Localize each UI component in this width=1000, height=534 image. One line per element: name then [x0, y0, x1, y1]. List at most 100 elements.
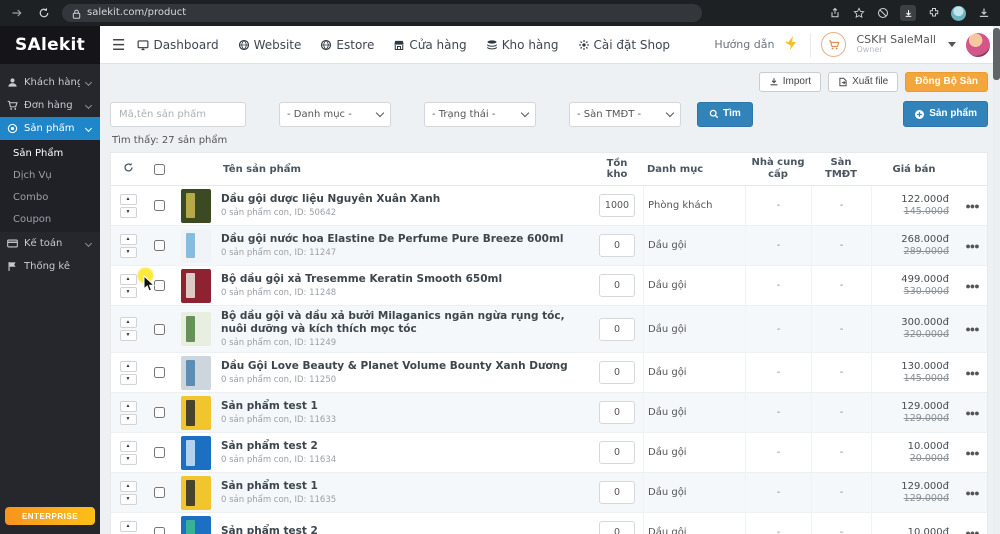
share-icon[interactable]	[828, 7, 841, 20]
sidebar-item-orders[interactable]: Đơn hàng	[0, 94, 100, 117]
product-thumbnail[interactable]	[181, 268, 211, 303]
page-scrollbar[interactable]	[993, 26, 1000, 534]
move-down-button[interactable]: ▼	[119, 246, 137, 258]
move-up-button[interactable]: ▲	[119, 233, 137, 245]
forward-icon[interactable]	[10, 7, 23, 20]
sidebar-subitem-services[interactable]: Dịch Vụ	[0, 164, 100, 186]
row-checkbox[interactable]	[153, 407, 165, 419]
product-name[interactable]: Sản phẩm test 1	[221, 480, 583, 493]
stock-input[interactable]	[599, 481, 635, 505]
stock-input[interactable]	[599, 274, 635, 297]
row-checkbox[interactable]	[153, 447, 165, 459]
bookmark-star-icon[interactable]	[852, 7, 865, 20]
sidebar-subitem-coupon[interactable]: Coupon	[0, 208, 100, 230]
row-actions-button[interactable]: ●●●	[965, 368, 979, 378]
row-actions-button[interactable]: ●●●	[965, 241, 979, 251]
nav-website[interactable]: Website	[238, 38, 301, 52]
move-down-button[interactable]: ▼	[119, 413, 137, 425]
row-actions-button[interactable]: ●●●	[965, 488, 979, 498]
stock-input[interactable]	[599, 194, 635, 217]
select-all-checkbox[interactable]	[153, 163, 165, 175]
move-down-button[interactable]: ▼	[119, 453, 137, 465]
sidebar-subitem-combo[interactable]: Combo	[0, 186, 100, 208]
nav-shop-settings[interactable]: Cài đặt Shop	[578, 38, 670, 52]
export-file-button[interactable]: Xuất file	[828, 72, 899, 92]
row-actions-button[interactable]: ●●●	[965, 201, 979, 211]
stock-input[interactable]	[599, 234, 635, 257]
nav-dashboard[interactable]: Dashboard	[137, 38, 219, 52]
sidebar-subitem-products[interactable]: Sản Phẩm	[0, 142, 100, 164]
product-thumbnail[interactable]	[181, 435, 211, 470]
menu-toggle-icon[interactable]: ☰	[100, 36, 137, 54]
nav-store[interactable]: Cửa hàng	[393, 38, 467, 52]
move-down-button[interactable]: ▼	[119, 206, 137, 218]
marketplace-select[interactable]: - Sàn TMĐT -	[569, 101, 681, 127]
product-name[interactable]: Sản phẩm test 2	[221, 440, 583, 453]
product-name[interactable]: Bộ dầu gội và dầu xả bưởi Milaganics ngă…	[221, 310, 583, 336]
add-product-button[interactable]: Sản phẩm	[903, 101, 988, 127]
user-avatar[interactable]	[966, 32, 990, 57]
row-checkbox[interactable]	[153, 487, 165, 499]
row-actions-button[interactable]: ●●●	[965, 528, 979, 534]
move-down-button[interactable]: ▼	[119, 330, 137, 342]
nav-estore[interactable]: Estore	[320, 38, 374, 52]
search-button[interactable]: Tìm	[697, 101, 753, 127]
category-select[interactable]: - Danh mục -	[279, 101, 391, 127]
move-up-button[interactable]: ▲	[119, 480, 137, 492]
move-up-button[interactable]: ▲	[119, 440, 137, 452]
row-actions-button[interactable]: ●●●	[965, 408, 979, 418]
nav-warehouse[interactable]: Kho hàng	[486, 38, 559, 52]
sync-marketplace-button[interactable]: Đồng Bộ Sàn	[905, 72, 988, 92]
product-name[interactable]: Dầu gội dược liệu Nguyên Xuân Xanh	[221, 193, 583, 206]
scrollbar-thumb[interactable]	[993, 28, 1000, 80]
help-link[interactable]: Hướng dẫn	[714, 38, 774, 51]
move-up-button[interactable]: ▲	[119, 520, 137, 532]
import-button[interactable]: Import	[758, 72, 822, 92]
row-actions-button[interactable]: ●●●	[965, 448, 979, 458]
adblock-shield-icon[interactable]	[876, 7, 889, 20]
stock-input[interactable]	[599, 401, 635, 425]
downloads-tray-icon[interactable]	[977, 7, 990, 20]
product-thumbnail[interactable]	[181, 395, 211, 430]
lightning-icon[interactable]	[784, 35, 800, 55]
download-manager-icon[interactable]	[900, 5, 916, 21]
stock-input[interactable]	[599, 317, 635, 341]
product-name[interactable]: Dầu gội nước hoa Elastine De Perfume Pur…	[221, 233, 583, 246]
product-name[interactable]: Sản phẩm test 1	[221, 400, 583, 413]
row-checkbox[interactable]	[153, 240, 165, 251]
sidebar-item-products[interactable]: Sản phẩm	[0, 117, 100, 140]
refresh-icon[interactable]	[119, 160, 138, 178]
extensions-icon[interactable]	[927, 7, 940, 20]
move-up-button[interactable]: ▲	[119, 400, 137, 412]
product-name[interactable]: Bộ dầu gội xả Tresemme Keratin Smooth 65…	[221, 273, 583, 286]
product-thumbnail[interactable]	[181, 312, 211, 347]
product-name[interactable]: Sản phẩm test 2	[221, 525, 583, 534]
stock-input[interactable]	[599, 441, 635, 465]
product-thumbnail[interactable]	[181, 475, 211, 510]
stock-input[interactable]	[599, 521, 635, 534]
row-checkbox[interactable]	[153, 200, 165, 211]
move-up-button[interactable]: ▲	[119, 317, 137, 329]
reload-icon[interactable]	[37, 7, 50, 20]
move-up-button[interactable]: ▲	[119, 360, 137, 372]
sidebar-item-customers[interactable]: Khách hàng	[0, 71, 100, 94]
move-down-button[interactable]: ▼	[119, 373, 137, 385]
row-checkbox[interactable]	[153, 367, 165, 379]
sidebar-item-statistics[interactable]: Thống kê	[0, 255, 100, 278]
move-up-button[interactable]: ▲	[119, 193, 137, 205]
shop-cart-icon[interactable]	[821, 32, 847, 57]
status-select[interactable]: - Trạng thái -	[424, 101, 536, 127]
move-up-button[interactable]: ▲	[119, 273, 137, 285]
row-actions-button[interactable]: ●●●	[965, 324, 979, 334]
stock-input[interactable]	[599, 361, 635, 385]
move-down-button[interactable]: ▼	[119, 286, 137, 298]
sidebar-item-accounting[interactable]: Kế toán	[0, 232, 100, 255]
move-down-button[interactable]: ▼	[119, 493, 137, 505]
row-checkbox[interactable]	[153, 280, 165, 291]
product-thumbnail[interactable]	[181, 188, 211, 223]
product-thumbnail[interactable]	[181, 228, 211, 263]
product-thumbnail[interactable]	[181, 515, 211, 534]
search-input[interactable]	[110, 101, 246, 127]
account-menu[interactable]: CSKH SaleMall Owner	[856, 33, 936, 55]
browser-profile-avatar[interactable]	[951, 5, 966, 21]
